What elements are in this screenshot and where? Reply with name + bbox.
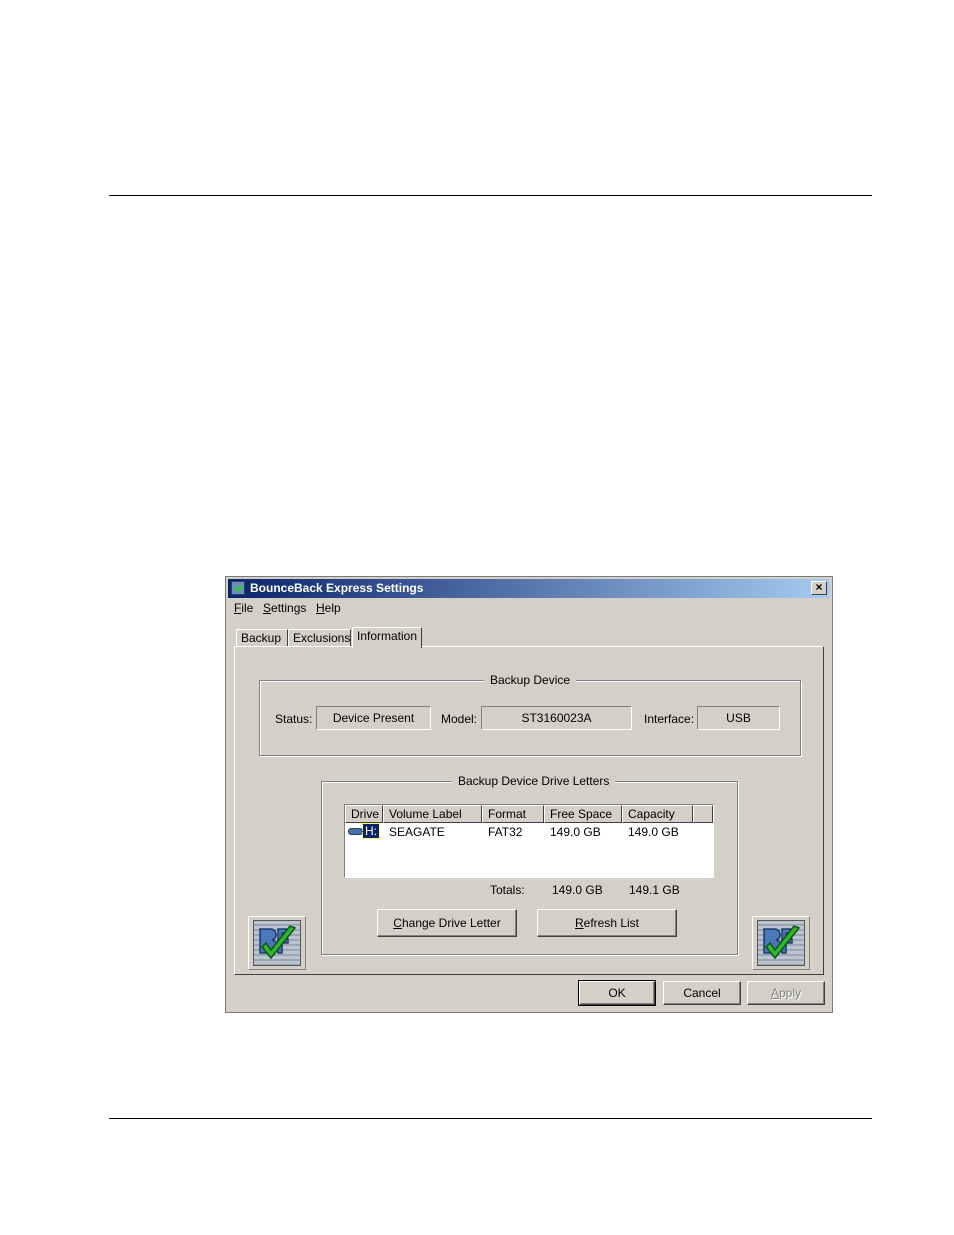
row-drive-letter[interactable]: H: [362,823,380,839]
bounceback-logo-left [248,916,306,970]
close-button[interactable]: × [811,581,827,595]
bottom-rule [109,1118,872,1119]
apply-button[interactable]: Apply [747,981,825,1005]
refresh-list-button[interactable]: Refresh List [537,909,677,937]
drive-icon [348,828,363,835]
settings-window: BounceBack Express Settings × File Setti… [225,576,833,1013]
ok-button[interactable]: OK [578,980,656,1006]
column-capacity[interactable]: Capacity [622,805,693,823]
title-bar[interactable]: BounceBack Express Settings × [228,579,830,598]
status-field: Device Present [316,706,431,730]
drive-letters-group: Backup Device Drive Letters Drive Volume… [321,774,738,955]
menu-file[interactable]: File [234,601,253,615]
menu-help[interactable]: Help [316,601,341,615]
bounceback-logo-icon [253,920,301,966]
check-logo-icon [259,925,297,960]
tab-information[interactable]: Information [352,627,422,648]
bounceback-logo-icon [757,920,805,966]
totals-capacity: 149.1 GB [629,883,680,897]
interface-label: Interface: [644,712,695,726]
column-drive[interactable]: Drive [345,805,383,823]
tab-backup[interactable]: Backup [236,629,288,647]
row-volume-label: SEAGATE [389,825,445,839]
app-icon [231,581,245,595]
totals-free-space: 149.0 GB [552,883,603,897]
window-title: BounceBack Express Settings [250,581,424,595]
check-logo-icon [763,925,801,960]
backup-device-group: Backup Device Status: Device Present Mod… [259,673,801,756]
drive-list[interactable]: Drive Volume Label Format Free Space Cap… [344,804,714,878]
status-label: Status: [275,712,313,726]
drive-letters-legend: Backup Device Drive Letters [452,774,616,788]
bounceback-logo-right [752,916,810,970]
row-capacity: 149.0 GB [628,825,679,839]
cancel-button[interactable]: Cancel [663,981,741,1005]
menu-settings[interactable]: Settings [263,601,306,615]
row-free-space: 149.0 GB [550,825,601,839]
tab-exclusions[interactable]: Exclusions [288,629,351,647]
column-volume-label[interactable]: Volume Label [383,805,482,823]
interface-field: USB [697,706,780,730]
information-panel: Backup Device Status: Device Present Mod… [234,646,824,975]
change-drive-letter-button[interactable]: Change Drive Letter [377,909,517,937]
top-rule [109,195,872,196]
column-free-space[interactable]: Free Space [544,805,622,823]
column-filler [693,805,713,823]
totals-label: Totals: [490,883,525,897]
row-format: FAT32 [488,825,523,839]
backup-device-legend: Backup Device [484,673,577,687]
model-field: ST3160023A [481,706,632,730]
model-label: Model: [441,712,478,726]
column-format[interactable]: Format [482,805,544,823]
